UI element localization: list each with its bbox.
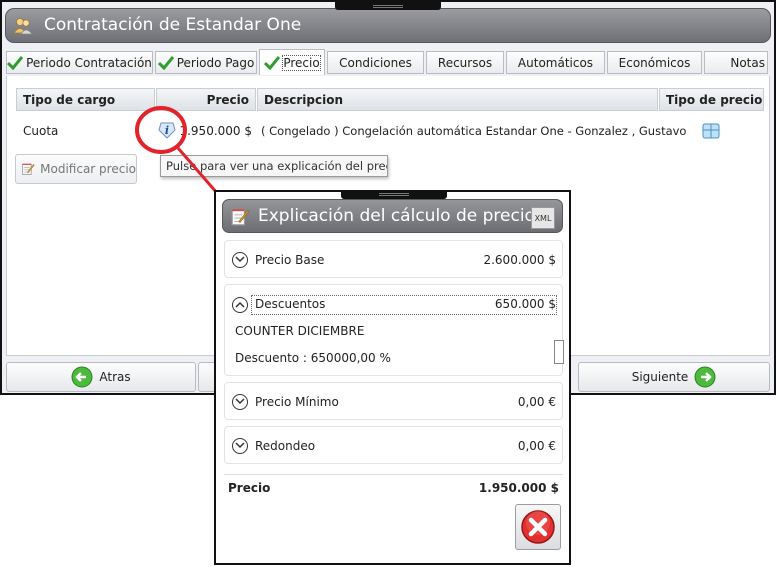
column-header-precio[interactable]: Precio <box>156 88 256 111</box>
tab-strip: Periodo Contratación Periodo Pago Precio… <box>6 49 770 75</box>
tab-periodo-contratacion[interactable]: Periodo Contratación <box>6 51 153 74</box>
tab-notas[interactable]: Notas <box>704 51 768 74</box>
info-icon[interactable]: i <box>157 120 177 140</box>
price-explanation-dialog: Explicación del cálculo de precios XML P… <box>214 190 571 565</box>
dialog-titlebar: Explicación del cálculo de precios XML <box>222 199 563 233</box>
section-label: Precio Base <box>255 253 325 267</box>
next-button[interactable]: Siguiente <box>578 362 770 392</box>
tab-label: Notas <box>730 55 765 70</box>
cell-tipo-cargo: Cuota <box>23 124 59 138</box>
column-header-tipo-precio[interactable]: Tipo de precio <box>659 88 764 111</box>
tab-condiciones[interactable]: Condiciones <box>327 51 424 74</box>
column-header-label: Tipo de precio <box>666 92 763 107</box>
modify-price-label: Modificar precio <box>40 162 136 176</box>
price-type-icon <box>702 123 720 139</box>
column-header-tipo-cargo[interactable]: Tipo de cargo <box>16 88 155 111</box>
section-precio-minimo[interactable]: Precio Mínimo 0,00 € <box>224 382 563 420</box>
column-header-label: Descripcion <box>264 92 343 107</box>
window-titlebar: Contratación de Estandar One <box>5 8 771 43</box>
arrow-right-icon <box>694 366 716 388</box>
total-row: Precio 1.950.000 $ <box>224 474 563 503</box>
arrow-left-icon <box>71 366 93 388</box>
chevron-up-icon[interactable] <box>232 297 248 313</box>
section-label: Redondeo <box>255 439 316 453</box>
section-value: 0,00 € <box>517 439 556 453</box>
column-header-label: Tipo de cargo <box>23 92 116 107</box>
tab-label: Condiciones <box>339 55 412 70</box>
section-value: 2.600.000 $ <box>483 253 556 267</box>
discount-detail: Descuento : 650000,00 % <box>235 351 391 365</box>
cell-descripcion: ( Congelado ) Congelación automática Est… <box>261 124 687 138</box>
checkmark-icon <box>264 55 281 70</box>
discount-name: COUNTER DICIEMBRE <box>235 324 365 338</box>
svg-text:i: i <box>165 124 169 137</box>
modify-price-button[interactable]: Modificar precio <box>15 154 137 184</box>
tab-label: Periodo Pago <box>176 55 255 70</box>
chevron-down-icon[interactable] <box>232 438 248 454</box>
users-icon <box>13 18 33 35</box>
total-label: Precio <box>228 481 271 495</box>
dialog-title: Explicación del cálculo de precios <box>258 206 544 226</box>
tab-label: Periodo Contratación <box>26 55 152 70</box>
tab-label: Recursos <box>437 55 493 70</box>
close-button[interactable] <box>515 504 561 550</box>
tab-label: Precio <box>282 54 321 71</box>
tab-label: Automáticos <box>517 55 594 70</box>
section-descuentos[interactable]: Descuentos 650.000 $ COUNTER DICIEMBRE D… <box>224 284 563 376</box>
chevron-down-icon[interactable] <box>232 394 248 410</box>
edit-notepad-icon <box>22 163 35 175</box>
scrollbar-thumb[interactable] <box>554 340 564 364</box>
cell-precio: 1.950.000 $ <box>179 124 252 138</box>
checkmark-icon <box>157 55 174 70</box>
window-grip[interactable] <box>335 2 441 10</box>
tab-economicos[interactable]: Económicos <box>607 51 702 74</box>
section-value: 0,00 € <box>517 395 556 409</box>
price-info-tooltip: Pulse para ver una explicación del preci… <box>160 155 388 177</box>
section-value: 650.000 $ <box>494 297 556 311</box>
window-title: Contratación de Estandar One <box>44 15 302 35</box>
edit-notepad-icon <box>231 209 250 226</box>
tab-periodo-pago[interactable]: Periodo Pago <box>155 51 257 74</box>
section-precio-base[interactable]: Precio Base 2.600.000 $ <box>224 240 563 278</box>
dialog-grip[interactable] <box>341 190 447 199</box>
tab-automaticos[interactable]: Automáticos <box>506 51 605 74</box>
back-label: Atras <box>99 370 131 384</box>
total-value: 1.950.000 $ <box>478 481 559 495</box>
section-redondeo[interactable]: Redondeo 0,00 € <box>224 426 563 464</box>
tab-label: Económicos <box>618 55 691 70</box>
tab-precio[interactable]: Precio <box>259 49 325 75</box>
back-button[interactable]: Atras <box>6 362 196 392</box>
xml-button[interactable]: XML <box>531 207 555 229</box>
column-header-label: Precio <box>206 92 249 107</box>
section-label: Descuentos <box>255 297 326 311</box>
chevron-down-icon[interactable] <box>232 252 248 268</box>
tab-recursos[interactable]: Recursos <box>426 51 504 74</box>
checkmark-icon <box>7 55 24 70</box>
next-label: Siguiente <box>631 370 689 384</box>
column-header-descripcion[interactable]: Descripcion <box>257 88 658 111</box>
close-icon <box>521 510 555 544</box>
section-label: Precio Mínimo <box>255 395 339 409</box>
